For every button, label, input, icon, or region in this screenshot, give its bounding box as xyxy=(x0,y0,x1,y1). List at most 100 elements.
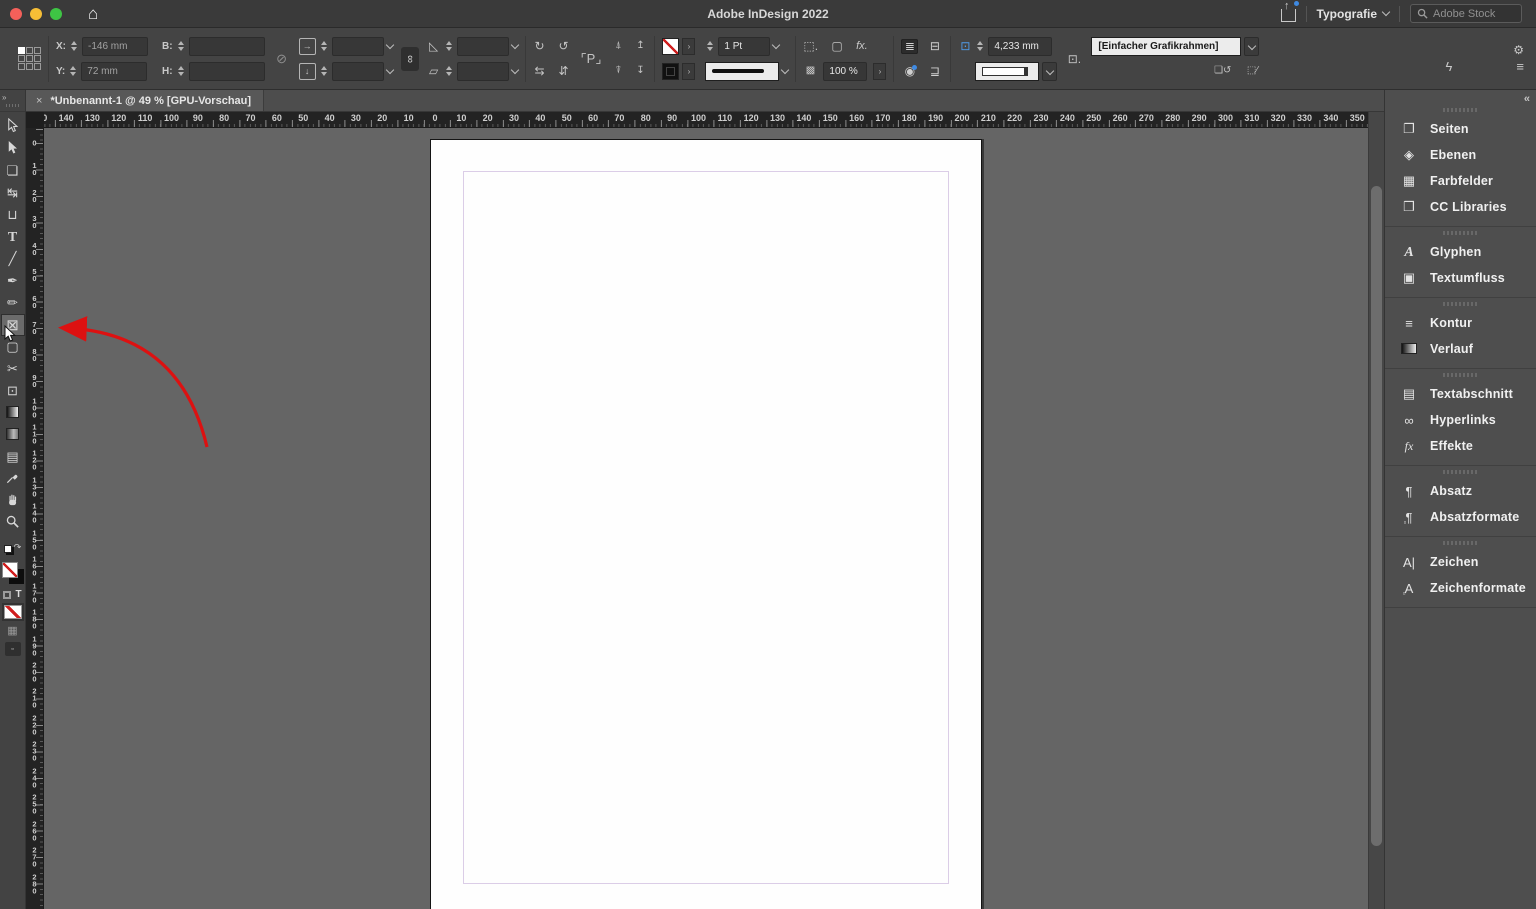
chevron-down-icon[interactable] xyxy=(781,65,789,73)
direct-selection-tool[interactable] xyxy=(1,138,25,160)
gpu-performance-icon[interactable]: ϟ xyxy=(1446,60,1453,73)
panel-item-verlauf[interactable]: Verlauf xyxy=(1385,336,1536,362)
rotation-field[interactable] xyxy=(457,37,509,56)
scale-y-stepper[interactable] xyxy=(319,66,329,76)
fill-color-swatch[interactable] xyxy=(662,38,679,55)
chevron-down-icon[interactable] xyxy=(772,40,780,48)
wrap-around-bounding-box-button[interactable]: ⊟ xyxy=(926,39,943,54)
y-field[interactable]: 72 mm xyxy=(81,62,147,81)
panel-item-kontur[interactable]: ≡Kontur xyxy=(1385,310,1536,336)
clear-overrides-icon[interactable]: ⬚∕ xyxy=(1245,66,1259,76)
panel-group-grip[interactable] xyxy=(1385,369,1536,381)
gradient-tool[interactable] xyxy=(1,402,25,424)
panel-item-farbfelder[interactable]: ▦Farbfelder xyxy=(1385,168,1536,194)
vertical-scrollbar[interactable] xyxy=(1368,112,1384,909)
document-page[interactable] xyxy=(430,139,982,909)
rectangle-tool[interactable]: ▢ xyxy=(1,336,25,358)
eyedropper-tool[interactable] xyxy=(1,468,25,490)
apply-none-button[interactable] xyxy=(4,605,22,619)
wrap-around-object-shape-button[interactable]: ◉ xyxy=(901,64,918,79)
scale-x-stepper[interactable] xyxy=(319,41,329,51)
break-link-to-style-icon[interactable]: ❏↺ xyxy=(1214,66,1231,76)
page-tool[interactable]: ❏ xyxy=(1,160,25,182)
rotate-cw-icon[interactable]: ↻ xyxy=(533,40,547,52)
height-stepper[interactable] xyxy=(176,66,186,76)
gap-tool[interactable]: ↹ xyxy=(1,182,25,204)
panel-item-seiten[interactable]: ❐Seiten xyxy=(1385,116,1536,142)
panel-group-grip[interactable] xyxy=(1385,537,1536,549)
pasteboard[interactable] xyxy=(44,128,1368,909)
reference-point-proxy[interactable] xyxy=(18,47,41,70)
object-style-dropdown[interactable]: [Einfacher Grafikrahmen] xyxy=(1091,37,1241,56)
home-icon[interactable]: ⌂ xyxy=(88,5,98,22)
scissors-tool[interactable]: ✂ xyxy=(1,358,25,380)
panel-item-textabschnitt[interactable]: ▤Textabschnitt xyxy=(1385,381,1536,407)
settings-gear-icon[interactable]: ⚙ xyxy=(1513,44,1524,56)
panel-group-grip[interactable] xyxy=(1385,298,1536,310)
rectangle-frame-tool[interactable]: ⊠ xyxy=(1,314,25,336)
panel-group-grip[interactable] xyxy=(1385,466,1536,478)
panel-item-ebenen[interactable]: ◈Ebenen xyxy=(1385,142,1536,168)
free-transform-tool[interactable]: ⊡ xyxy=(1,380,25,402)
zoom-tool[interactable] xyxy=(1,512,25,534)
corner-options-icon[interactable]: ⬚. xyxy=(803,40,818,52)
opacity-menu-button[interactable]: › xyxy=(873,63,886,80)
effects-menu-icon[interactable]: fx. xyxy=(856,40,868,52)
object-style-dropdown-button[interactable] xyxy=(1244,37,1259,56)
gap-field[interactable]: 4,233 mm xyxy=(988,37,1052,56)
stroke-weight-field[interactable]: 1 Pt xyxy=(718,37,770,56)
chevron-down-icon[interactable] xyxy=(385,65,393,73)
gap-stepper[interactable] xyxy=(975,41,985,51)
ruler-corner[interactable] xyxy=(26,112,44,128)
default-fill-stroke-icon[interactable] xyxy=(4,545,12,553)
horizontal-ruler[interactable]: 1501401301201101009080706050403020100102… xyxy=(26,112,1368,128)
fill-stroke-indicator[interactable] xyxy=(2,562,24,584)
chevron-down-icon[interactable] xyxy=(385,40,393,48)
link-scale-button[interactable]: ∞ xyxy=(401,47,419,71)
content-collector-tool[interactable]: ⊔ xyxy=(1,204,25,226)
scrollbar-thumb[interactable] xyxy=(1371,186,1382,846)
line-tool[interactable]: ╱ xyxy=(1,248,25,270)
shear-stepper[interactable] xyxy=(444,66,454,76)
panel-item-absatz[interactable]: ¶Absatz xyxy=(1385,478,1536,504)
reference-point-grid[interactable] xyxy=(18,47,41,70)
zoom-window-button[interactable] xyxy=(50,8,62,20)
x-field[interactable]: -146 mm xyxy=(82,37,148,56)
panel-item-zeichenformate[interactable]: AZeichenformate xyxy=(1385,575,1536,601)
stroke-style-dropdown[interactable] xyxy=(705,62,779,81)
share-icon[interactable] xyxy=(1281,9,1296,22)
panel-item-hyperlinks[interactable]: ∞Hyperlinks xyxy=(1385,407,1536,433)
minimize-window-button[interactable] xyxy=(30,8,42,20)
vertical-ruler[interactable]: 01 02 03 04 05 06 07 08 09 01 0 01 1 01 … xyxy=(26,128,44,909)
scale-y-field[interactable] xyxy=(332,62,384,81)
expand-tools-icon[interactable]: » xyxy=(2,94,6,102)
select-next-object-icon[interactable]: ⍒ xyxy=(611,66,625,76)
formatting-affects-container-icon[interactable] xyxy=(3,591,11,599)
flip-horizontal-icon[interactable]: ⇆ xyxy=(533,65,547,77)
panel-item-zeichen[interactable]: A|Zeichen xyxy=(1385,549,1536,575)
rotation-stepper[interactable] xyxy=(444,41,454,51)
panel-menu-icon[interactable]: ≡ xyxy=(1516,60,1524,73)
rotate-ccw-icon[interactable]: ↺ xyxy=(557,40,571,52)
jump-object-button[interactable]: ⊒ xyxy=(926,64,943,79)
workspace-switcher[interactable]: Typografie xyxy=(1317,7,1389,21)
document-tab[interactable]: × *Unbenannt-1 @ 49 % [GPU-Vorschau] xyxy=(26,90,264,111)
search-input[interactable] xyxy=(1433,8,1513,20)
height-field[interactable] xyxy=(189,62,265,81)
fill-menu-button[interactable]: › xyxy=(682,38,695,55)
view-options-icon[interactable]: ▦ xyxy=(7,624,17,637)
chevron-down-icon[interactable] xyxy=(510,40,518,48)
stroke-color-swatch[interactable] xyxy=(662,63,679,80)
chevron-down-icon[interactable] xyxy=(510,65,518,73)
close-tab-icon[interactable]: × xyxy=(36,95,42,107)
swap-fill-stroke-icon[interactable]: ↷ xyxy=(14,542,22,553)
width-stepper[interactable] xyxy=(176,41,186,51)
no-text-wrap-button[interactable]: ≣ xyxy=(901,39,918,54)
selection-tool[interactable] xyxy=(1,116,25,138)
pen-tool[interactable]: ✒ xyxy=(1,270,25,292)
select-content-icon[interactable]: ↥ xyxy=(633,41,647,51)
close-window-button[interactable] xyxy=(10,8,22,20)
fitting-dropdown[interactable] xyxy=(975,62,1039,81)
flip-vertical-icon[interactable]: ⇵ xyxy=(557,65,571,77)
y-stepper[interactable] xyxy=(68,66,78,76)
